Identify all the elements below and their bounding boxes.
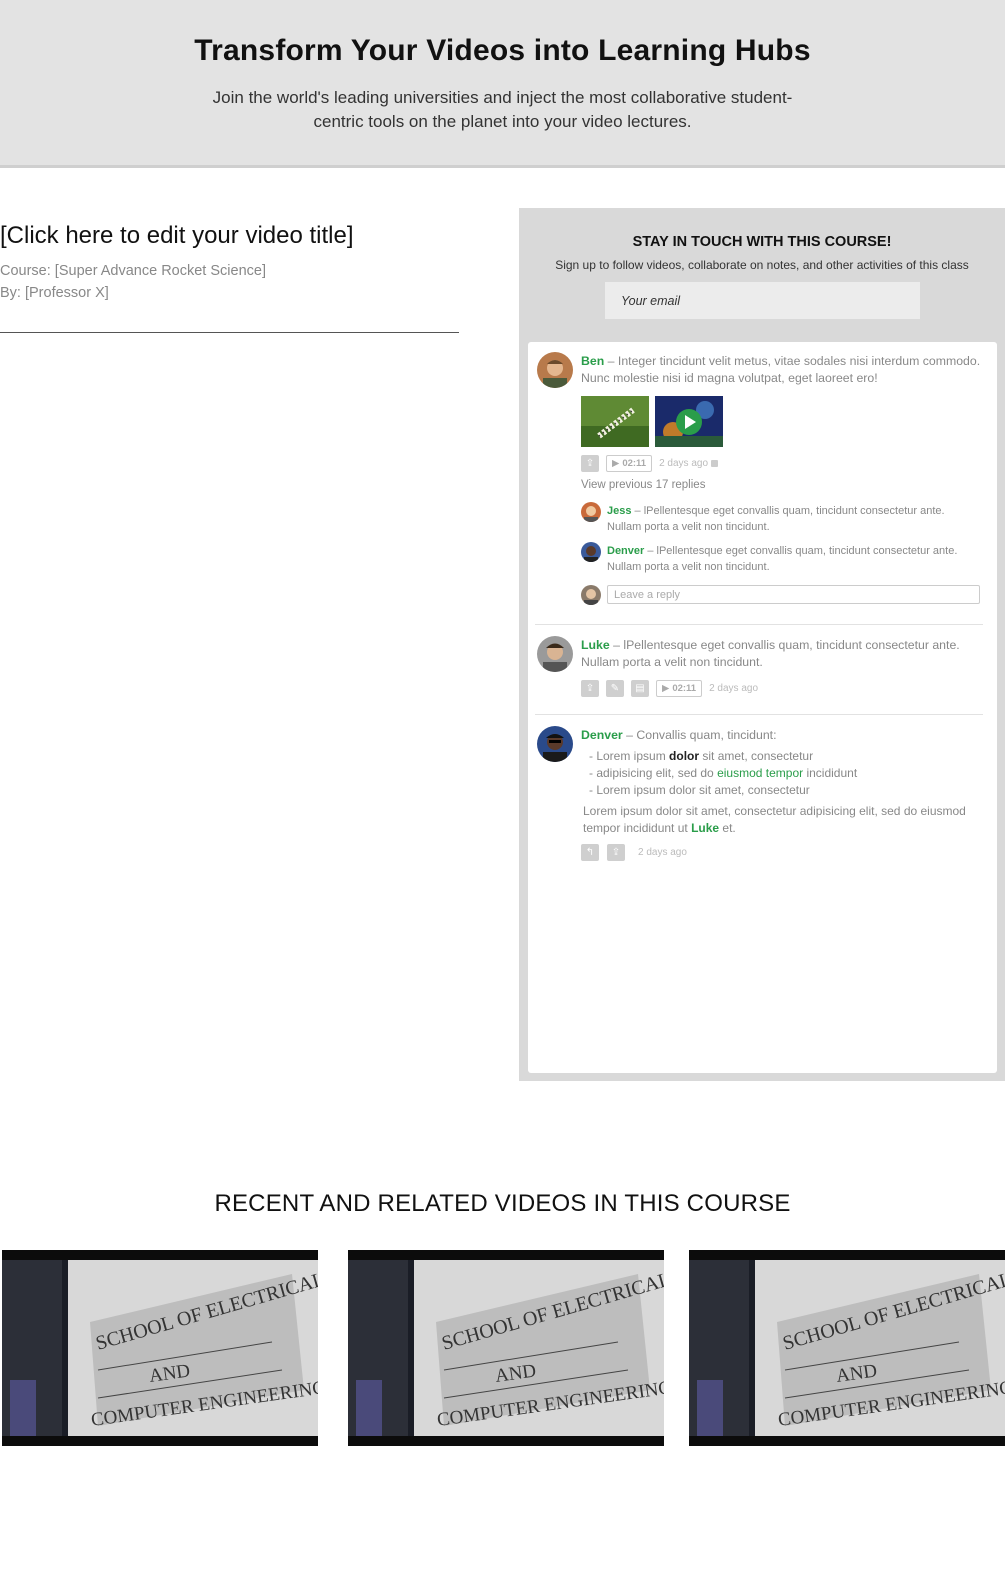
comment-author[interactable]: Luke [581, 638, 610, 652]
reply-author[interactable]: Denver [607, 545, 644, 557]
comment-text: Ben – Integer tincidunt velit metus, vit… [581, 354, 981, 385]
video-timestamp-link[interactable]: ▶ 02:11 [656, 680, 703, 697]
avatar [581, 502, 601, 522]
lock-icon [711, 460, 719, 467]
play-icon: ▶ [612, 458, 620, 469]
hero-subtitle: Join the world's leading universities an… [212, 88, 793, 131]
divider [535, 714, 983, 715]
share-icon[interactable]: ⇪ [607, 844, 625, 861]
trash-icon[interactable]: ▤ [631, 680, 649, 697]
time-ago: 2 days ago [709, 683, 759, 694]
avatar [537, 636, 573, 672]
comment-text: Luke – lPellentesque eget convallis quam… [581, 638, 960, 669]
hero-banner: Transform Your Videos into Learning Hubs… [0, 0, 1005, 168]
course-sidebar: STAY IN TOUCH WITH THIS COURSE! Sign up … [519, 208, 1005, 1081]
video-title-editable[interactable]: [Click here to edit your video title] [0, 222, 354, 250]
reply-input[interactable]: Leave a reply [607, 585, 980, 604]
discussion-feed: Ben – Integer tincidunt velit metus, vit… [528, 342, 997, 1073]
avatar [537, 352, 573, 388]
bullet-list: - Lorem ipsum dolor sit amet, consectetu… [589, 748, 969, 799]
professor-name: By: [Professor X] [0, 285, 109, 301]
video-timestamp-link[interactable]: ▶ 02:11 [606, 455, 653, 472]
divider [0, 332, 459, 333]
list-item: - adipisicing elit, sed do eiusmod tempo… [589, 766, 858, 780]
reply-text: Jess – lPellentesque eget convallis quam… [607, 505, 945, 533]
list-item: - Lorem ipsum dolor sit amet, consectetu… [589, 783, 810, 797]
play-icon: ▶ [662, 683, 670, 694]
related-video-card[interactable]: SCHOOL OF ELECTRICAL AND COMPUTER ENGINE… [348, 1250, 664, 1446]
comment-author[interactable]: Denver [581, 728, 623, 742]
share-icon[interactable]: ⇪ [581, 680, 599, 697]
reply-author[interactable]: Jess [607, 505, 631, 517]
mention-link[interactable]: Luke [691, 821, 719, 835]
signup-subtitle: Sign up to follow videos, collaborate on… [555, 258, 969, 272]
comment-meta: ⇪ ✎ ▤ ▶ 02:11 2 days ago [581, 680, 758, 697]
comment-meta: ↰ ⇪ 2 days ago [581, 844, 687, 861]
comment-paragraph: Lorem ipsum dolor sit amet, consectetur … [583, 804, 966, 835]
image-attachment[interactable] [581, 396, 649, 447]
comment-meta: ⇪ ▶ 02:11 2 days ago [581, 455, 719, 472]
avatar [537, 726, 573, 762]
view-previous-replies-link[interactable]: View previous 17 replies [581, 479, 705, 491]
video-attachment[interactable] [655, 396, 723, 447]
avatar [581, 585, 601, 605]
signup-title: STAY IN TOUCH WITH THIS COURSE! [632, 234, 892, 250]
related-videos-title: RECENT AND RELATED VIDEOS IN THIS COURSE [214, 1190, 791, 1217]
hero-title: Transform Your Videos into Learning Hubs [194, 34, 811, 67]
divider [535, 624, 983, 625]
reply-text: Denver – lPellentesque eget convallis qu… [607, 545, 958, 573]
edit-icon[interactable]: ✎ [606, 680, 624, 697]
reply-icon[interactable]: ↰ [581, 844, 599, 861]
comment-author[interactable]: Ben [581, 354, 604, 368]
related-video-card[interactable]: SCHOOL OF ELECTRICAL AND COMPUTER ENGINE… [2, 1250, 318, 1446]
time-ago: 2 days ago [638, 847, 687, 858]
share-icon[interactable]: ⇪ [581, 455, 599, 472]
avatar [581, 542, 601, 562]
list-item: - Lorem ipsum dolor sit amet, consectetu… [589, 749, 814, 763]
related-video-card[interactable]: SCHOOL OF ELECTRICAL AND COMPUTER ENGINE… [689, 1250, 1005, 1446]
comment-text: Denver – Convallis quam, tincidunt: [581, 728, 777, 742]
time-ago: 2 days ago [659, 458, 709, 469]
course-name: Course: [Super Advance Rocket Science] [0, 263, 266, 279]
email-field[interactable] [605, 282, 920, 319]
